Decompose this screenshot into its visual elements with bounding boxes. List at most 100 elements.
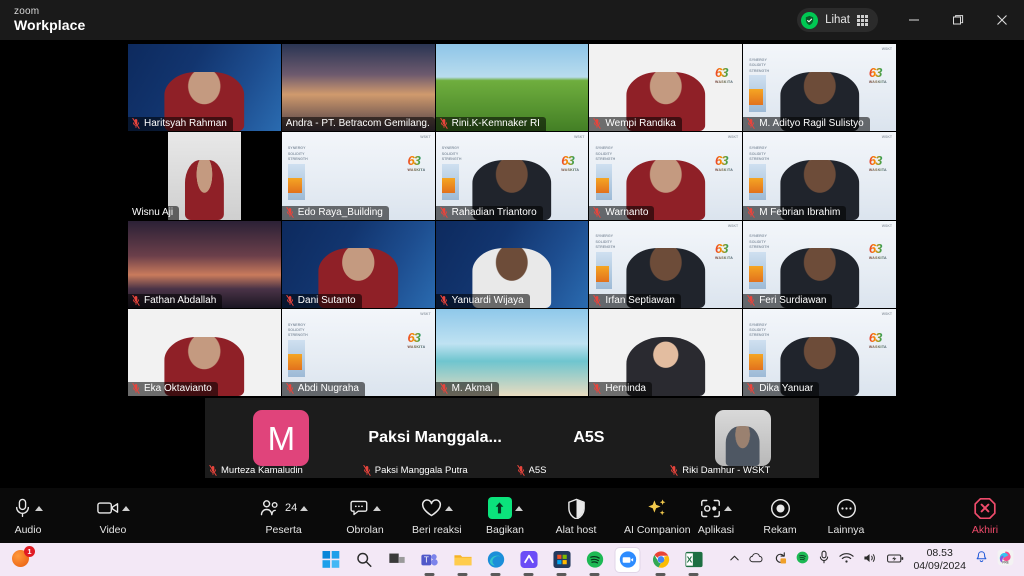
participant-name: M Febrian Ibrahim — [759, 206, 841, 218]
participant-tile[interactable]: 63 WASKITA Wempi Randika — [589, 44, 743, 132]
zoom-icon[interactable] — [615, 547, 640, 572]
participant-tile[interactable]: Dani Sutanto — [281, 220, 435, 308]
muted-mic-icon — [439, 206, 448, 218]
wifi-icon[interactable] — [839, 551, 855, 569]
participant-tile[interactable]: SYNERGY SOLIDITY STRENGTH WSKT 63 WASKITA M Fe… — [743, 132, 896, 220]
participant-tile[interactable]: Eka Oktavianto — [128, 308, 281, 396]
heart-icon — [421, 497, 442, 519]
toolbar-label: Audio — [14, 524, 42, 536]
background-panel-2 — [595, 177, 610, 194]
battery-charging-icon[interactable] — [887, 551, 904, 569]
spotify-icon[interactable] — [583, 548, 607, 572]
participant-name: A5S — [528, 465, 547, 476]
cloud-icon[interactable] — [749, 551, 764, 569]
close-button[interactable] — [980, 0, 1024, 40]
chevron-up-icon[interactable] — [514, 505, 523, 511]
excel-icon[interactable]: X — [682, 548, 706, 572]
participant-count: 24 — [285, 502, 298, 514]
toolbar-audio[interactable]: Audio — [6, 488, 50, 543]
maximize-restore-button[interactable] — [936, 0, 980, 40]
chevron-up-icon[interactable] — [444, 505, 453, 511]
participant-tile[interactable]: SYNERGY SOLIDITY STRENGTH WSKT 63 WASKITA Warn… — [589, 132, 743, 220]
muted-mic-icon — [670, 465, 678, 476]
participant-tile[interactable]: SYNERGY SOLIDITY STRENGTH WSKT 63 WASKITA M. A… — [743, 44, 896, 132]
participant-tile[interactable]: Andra - PT. Betracom Gemilang... — [281, 44, 435, 132]
toolbar-label: Video — [99, 524, 127, 536]
chevron-up-icon[interactable] — [300, 505, 309, 511]
participant-tile[interactable]: SYNERGY SOLIDITY STRENGTH WSKT 63 WASKITA Dika… — [743, 308, 896, 396]
toolbar-label: Beri reaksi — [412, 524, 462, 536]
participant-name: Wempi Randika — [605, 118, 676, 130]
participant-name-bar: Wisnu Aji — [128, 205, 180, 220]
participant-tile[interactable]: SYNERGY SOLIDITY STRENGTH WSKT 63 WASKITA Feri… — [743, 220, 896, 308]
task-view-button[interactable] — [385, 548, 409, 572]
microphone-tray-icon[interactable] — [818, 550, 830, 569]
participant-tile[interactable]: Haritsyah Rahman — [128, 44, 281, 132]
end-meeting-button[interactable]: Akhiri — [963, 488, 1007, 543]
toolbar-peserta[interactable]: 24 Peserta — [259, 488, 309, 543]
edge-icon[interactable] — [484, 548, 508, 572]
toolbar-video[interactable]: Video — [91, 488, 135, 543]
synergy-text: SYNERGY SOLIDITY STRENGTH — [749, 322, 770, 338]
toolbar-beri-reaksi[interactable]: Beri reaksi — [412, 488, 462, 543]
monday-icon[interactable] — [517, 548, 541, 572]
toolbar-rekam[interactable]: Rekam — [758, 488, 802, 543]
toolbar-aplikasi[interactable]: Aplikasi — [694, 488, 738, 543]
anniversary-63-logo: 63 WASKITA — [407, 153, 426, 173]
toolbar-obrolan[interactable]: Obrolan — [343, 488, 387, 543]
teams-icon[interactable]: T — [418, 548, 442, 572]
chevron-up-icon[interactable] — [724, 505, 732, 511]
view-selector[interactable]: Lihat — [797, 8, 878, 32]
participant-tile[interactable]: SYNERGY SOLIDITY STRENGTH WSKT 63 WASKITA Raha… — [435, 132, 589, 220]
chevron-up-icon[interactable] — [729, 551, 740, 569]
participant-name: Feri Surdiawan — [759, 294, 827, 306]
anniversary-63-logo: 63 WASKITA — [715, 153, 734, 173]
toolbar-ai-companion[interactable]: AI Companion — [624, 488, 691, 543]
participant-tile[interactable]: Yanuardi Wijaya — [435, 220, 589, 308]
end-call-icon — [974, 497, 996, 519]
muted-mic-icon — [747, 118, 755, 130]
title-bar: zoom Workplace Lihat — [0, 0, 1024, 40]
participant-name-bar: Rahadian Triantoro — [435, 205, 543, 220]
chevron-up-icon[interactable] — [121, 505, 130, 511]
toolbar-lainnya[interactable]: Lainnya — [824, 488, 868, 543]
speaker-icon[interactable] — [863, 551, 878, 569]
avatar-participant-tile[interactable]: M Murteza Kamaludin — [205, 398, 358, 478]
chevron-up-icon[interactable] — [372, 505, 381, 511]
store-icon[interactable] — [550, 548, 574, 572]
brand-workplace-text: Workplace — [14, 16, 86, 33]
minimize-button[interactable] — [892, 0, 936, 40]
taskbar-clock[interactable]: 08.53 04/09/2024 — [913, 547, 966, 571]
chevron-up-icon[interactable] — [35, 505, 43, 511]
synergy-text: SYNERGY SOLIDITY STRENGTH — [749, 146, 770, 161]
bell-icon[interactable] — [975, 550, 988, 569]
avatar-name-bar: A5S — [513, 464, 553, 478]
toolbar-bagikan[interactable]: Bagikan — [483, 488, 527, 543]
sync-icon[interactable] — [773, 551, 787, 569]
participant-tile[interactable]: SYNERGY SOLIDITY STRENGTH WSKT 63 WASKITA Edo … — [281, 132, 435, 220]
muted-mic-icon — [132, 118, 140, 130]
spotify-tray-icon[interactable] — [796, 551, 809, 569]
participant-tile[interactable]: Herninda — [589, 308, 743, 396]
participant-name: Dika Yanuar — [759, 383, 814, 394]
participant-tile[interactable]: Rini.K-Kemnaker RI — [435, 44, 589, 132]
start-button[interactable] — [319, 548, 343, 572]
avatar-participant-tile[interactable]: A5S A5S — [512, 398, 666, 478]
copilot-icon[interactable]: PRE — [997, 549, 1014, 571]
muted-mic-icon — [593, 206, 602, 218]
folder-icon[interactable] — [451, 548, 475, 572]
search-button[interactable] — [352, 548, 376, 572]
chrome-icon[interactable] — [649, 548, 673, 572]
notification-badge-wrap[interactable]: 1 — [12, 545, 35, 570]
participant-tile[interactable]: SYNERGY SOLIDITY STRENGTH WSKT 63 WASKITA Irfa… — [589, 220, 743, 308]
toolbar-alat-host[interactable]: Alat host — [554, 488, 598, 543]
participant-tile[interactable]: Fathan Abdallah — [128, 220, 281, 308]
participant-tile[interactable]: M. Akmal — [435, 308, 589, 396]
record-icon — [770, 497, 791, 519]
participant-tile[interactable]: Wisnu Aji — [128, 132, 281, 220]
avatar-participant-tile[interactable]: Paksi Manggala... Paksi Manggala Putra — [358, 398, 512, 478]
avatar-participant-tile[interactable]: Riki Damhur - WSKT — [666, 398, 819, 478]
participant-name-bar: Herninda — [589, 382, 652, 396]
participant-tile[interactable]: SYNERGY SOLIDITY STRENGTH WSKT 63 WASKITA Abdi… — [281, 308, 435, 396]
anniversary-63-logo: 63 WASKITA — [407, 329, 426, 349]
